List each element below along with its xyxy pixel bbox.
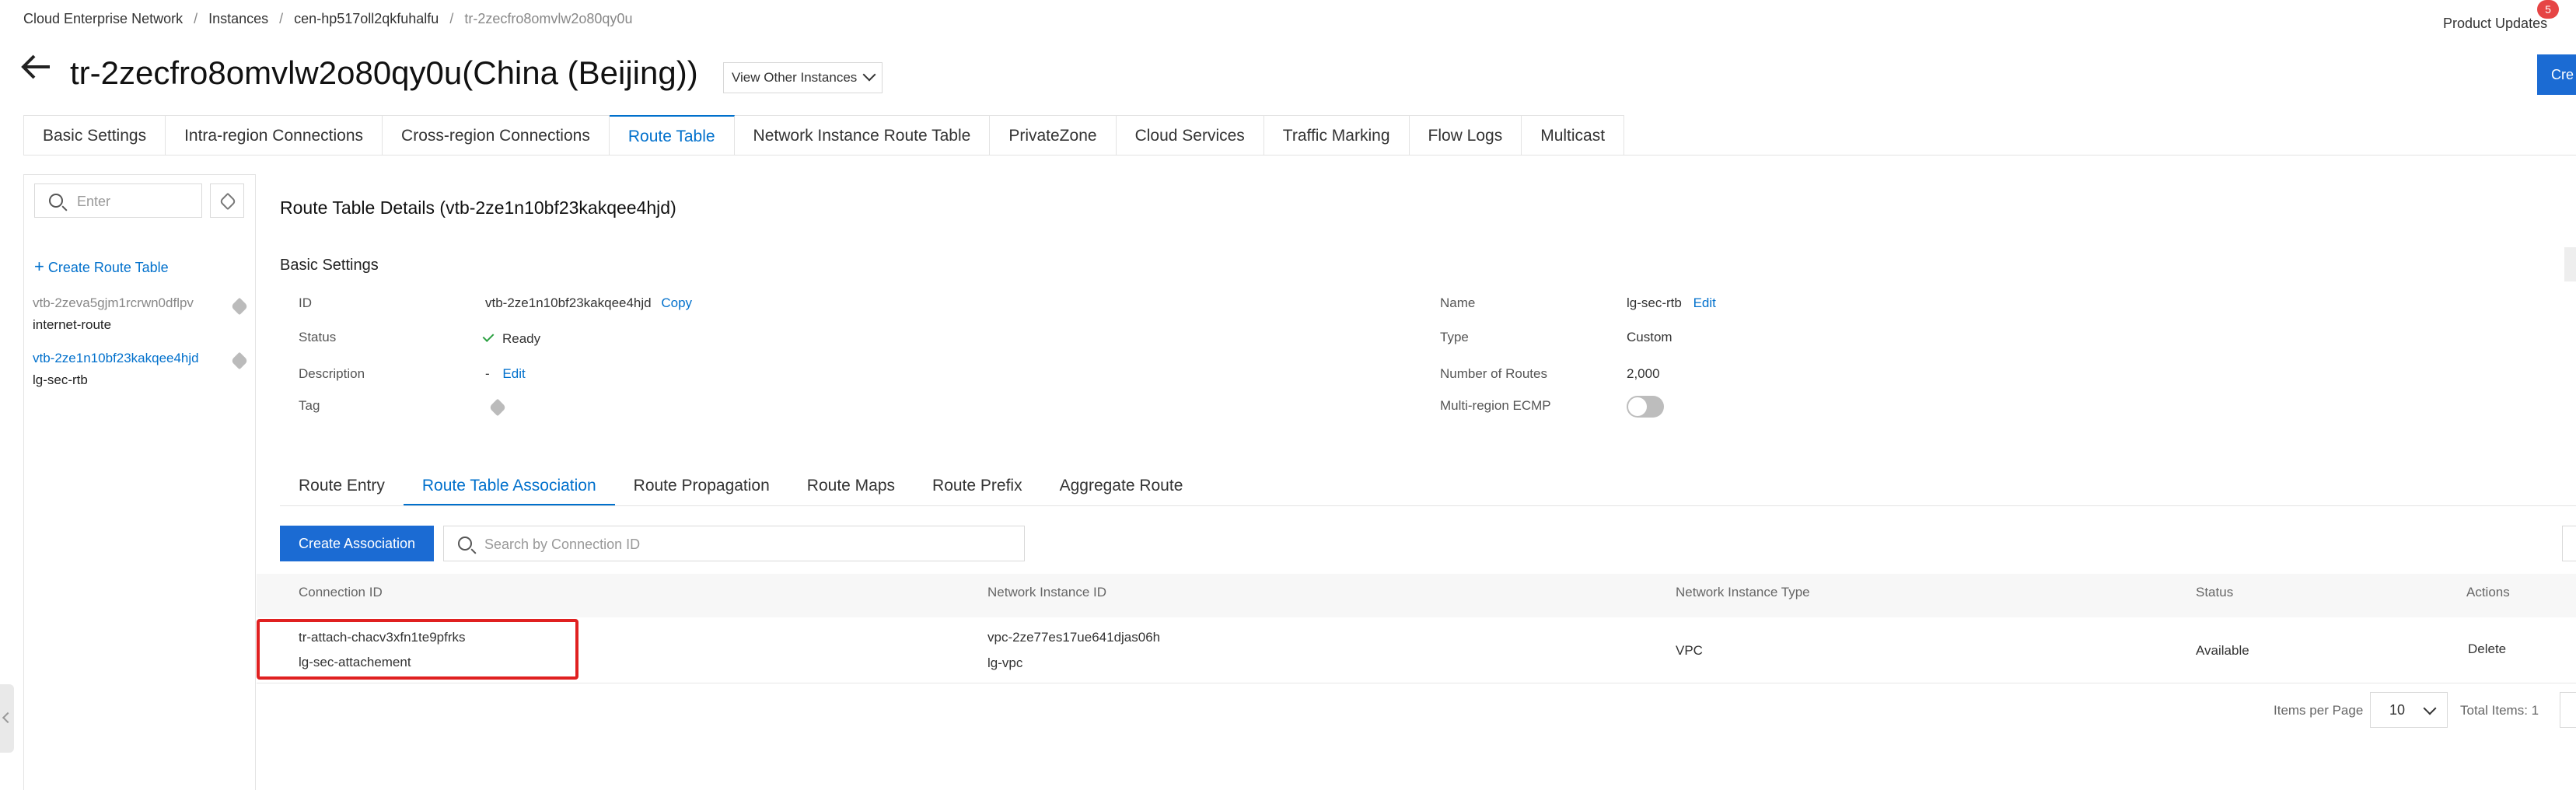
name-label: Name	[1440, 295, 1476, 310]
number-of-routes-label: Number of Routes	[1440, 366, 1547, 381]
sidebar-item-lg-sec-rtb[interactable]: vtb-2ze1n10bf23kakqee4hjd lg-sec-rtb	[33, 351, 199, 388]
connection-id-search-input[interactable]: Search by Connection ID	[443, 526, 1025, 561]
description-text: -	[485, 366, 490, 381]
status-value: Ready	[482, 330, 541, 347]
tab-multicast[interactable]: Multicast	[1522, 115, 1625, 156]
table-settings-button[interactable]	[2562, 526, 2576, 561]
type-label: Type	[1440, 330, 1469, 344]
multi-region-ecmp-label: Multi-region ECMP	[1440, 398, 1551, 413]
items-per-page-select[interactable]: 10	[2370, 692, 2448, 728]
total-items: Total Items: 1	[2460, 703, 2539, 718]
id-label: ID	[299, 295, 312, 310]
name-text: lg-sec-rtb	[1627, 295, 1682, 310]
toggle-knob	[1628, 397, 1647, 416]
description-edit-link[interactable]: Edit	[502, 366, 525, 381]
name-edit-link[interactable]: Edit	[1693, 295, 1716, 310]
id-text: vtb-2ze1n10bf23kakqee4hjd	[485, 295, 652, 310]
tabs-divider	[23, 155, 2576, 156]
search-icon	[49, 194, 63, 208]
tab-route-entry[interactable]: Route Entry	[280, 468, 404, 505]
tab-cloud-services[interactable]: Cloud Services	[1116, 115, 1264, 156]
tag-icon[interactable]	[488, 398, 507, 417]
route-table-search-input[interactable]: Enter	[34, 184, 202, 218]
create-route-table-link[interactable]: + Create Route Table	[34, 257, 169, 277]
search-placeholder: Enter	[77, 194, 111, 209]
tab-aggregate-route[interactable]: Aggregate Route	[1041, 468, 1202, 505]
tab-cross-region-connections[interactable]: Cross-region Connections	[383, 115, 610, 156]
multi-region-ecmp-toggle[interactable]	[1627, 396, 1664, 418]
tab-intra-region-connections[interactable]: Intra-region Connections	[166, 115, 383, 156]
create-route-table-label: Create Route Table	[47, 260, 169, 275]
pagination-prev-button[interactable]	[2560, 692, 2576, 728]
sidebar-item-id: vtb-2ze1n10bf23kakqee4hjd	[33, 351, 199, 365]
basic-settings-heading: Basic Settings	[280, 257, 379, 274]
network-instance-type: VPC	[1676, 643, 1703, 658]
column-network-instance-type: Network Instance Type	[1676, 585, 1810, 599]
column-status: Status	[2196, 585, 2234, 599]
network-instance-id-link[interactable]: vpc-2ze77es17ue641djas06h	[987, 630, 1160, 645]
breadcrumb: Cloud Enterprise Network / Instances / cen-h…	[23, 11, 633, 26]
copy-link[interactable]: Copy	[661, 295, 692, 310]
breadcrumb-current: tr-2zecfro8omvlw2o80qy0u	[464, 11, 633, 26]
status-value: Available	[2196, 643, 2249, 658]
tab-route-table[interactable]: Route Table	[609, 115, 735, 156]
sidebar-item-id: vtb-2zeva5gjm1rcrwn0dflpv	[33, 295, 194, 310]
route-table-details-title: Route Table Details (vtb-2ze1n10bf23kakq…	[280, 198, 676, 218]
chevron-left-icon	[2, 711, 14, 724]
tab-traffic-marking[interactable]: Traffic Marking	[1264, 115, 1410, 156]
column-actions: Actions	[2466, 585, 2510, 599]
create-button[interactable]: Cre	[2537, 54, 2576, 95]
view-other-instances-dropdown[interactable]: View Other Instances	[723, 62, 883, 93]
page-title: tr-2zecfro8omvlw2o80qy0u(China (Beijing)…	[70, 54, 698, 91]
plus-icon: +	[34, 257, 44, 276]
tag-filter-button[interactable]	[210, 184, 244, 218]
side-panel-handle[interactable]	[2564, 247, 2576, 281]
tab-route-table-association[interactable]: Route Table Association	[403, 468, 615, 505]
sidebar-item-name: lg-sec-rtb	[33, 372, 88, 387]
product-updates-link[interactable]: Product Updates	[2443, 16, 2547, 32]
tab-flow-logs[interactable]: Flow Logs	[1409, 115, 1522, 156]
tab-network-instance-route-table[interactable]: Network Instance Route Table	[734, 115, 991, 156]
connection-search-placeholder: Search by Connection ID	[484, 537, 641, 552]
create-association-button[interactable]: Create Association	[280, 526, 434, 561]
chevron-down-icon	[862, 68, 876, 82]
tag-label: Tag	[299, 398, 320, 413]
tab-route-propagation[interactable]: Route Propagation	[615, 468, 788, 505]
network-instance-name: lg-vpc	[987, 655, 1023, 670]
id-value: vtb-2ze1n10bf23kakqee4hjd Copy	[485, 295, 692, 311]
subtabs-divider	[280, 505, 2576, 506]
sidebar-item-internet-route[interactable]: vtb-2zeva5gjm1rcrwn0dflpv internet-route	[33, 295, 194, 333]
check-icon	[482, 330, 495, 342]
tag-icon	[218, 192, 237, 211]
tab-privatezone[interactable]: PrivateZone	[990, 115, 1117, 156]
tab-route-prefix[interactable]: Route Prefix	[914, 468, 1041, 505]
type-value: Custom	[1627, 330, 1672, 344]
chevron-down-icon	[2423, 701, 2437, 715]
breadcrumb-instances[interactable]: Instances	[208, 11, 268, 26]
sidebar-item-name: internet-route	[33, 317, 112, 332]
name-value: lg-sec-rtb Edit	[1627, 295, 1716, 311]
route-table-subtabs: Route Entry Route Table Association Rout…	[280, 468, 1201, 505]
collapse-sidebar-handle[interactable]	[0, 684, 14, 753]
notification-badge: 5	[2537, 0, 2559, 19]
column-connection-id: Connection ID	[299, 585, 383, 599]
breadcrumb-cen[interactable]: Cloud Enterprise Network	[23, 11, 183, 26]
main-tabs: Basic Settings Intra-region Connections …	[23, 115, 1625, 156]
column-network-instance-id: Network Instance ID	[987, 585, 1107, 599]
highlight-box	[257, 619, 578, 680]
view-other-label: View Other Instances	[732, 70, 858, 85]
description-label: Description	[299, 366, 365, 381]
status-label: Status	[299, 330, 337, 344]
delete-link[interactable]: Delete	[2468, 641, 2506, 657]
status-text: Ready	[502, 331, 541, 346]
back-arrow-icon[interactable]	[19, 50, 53, 92]
breadcrumb-cen-instance[interactable]: cen-hp517oll2qkfuhalfu	[294, 11, 439, 26]
items-per-page-value: 10	[2389, 702, 2406, 718]
tab-route-maps[interactable]: Route Maps	[788, 468, 914, 505]
description-value: - Edit	[485, 366, 526, 382]
search-icon	[458, 537, 472, 551]
items-per-page-label: Items per Page	[2274, 703, 2364, 718]
number-of-routes-value: 2,000	[1627, 366, 1660, 381]
tab-basic-settings[interactable]: Basic Settings	[23, 115, 166, 156]
